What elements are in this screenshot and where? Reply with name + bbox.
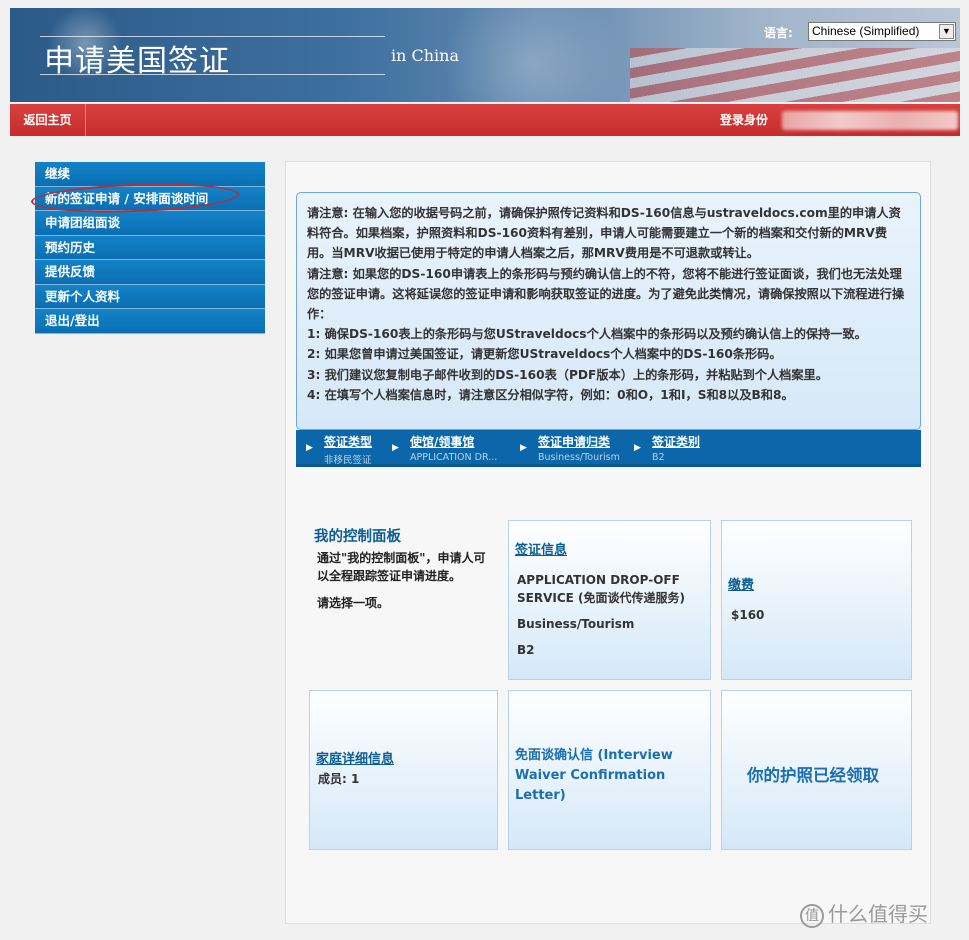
- visa-info-class: B2: [517, 643, 535, 657]
- dashboard-description: 通过"我的控制面板"，申请人可以全程跟踪签证申请进度。: [317, 551, 486, 583]
- chevron-right-icon: ▶: [634, 443, 641, 453]
- breadcrumb-value: B2: [652, 452, 665, 463]
- login-identity-redacted: [782, 111, 958, 130]
- watermark-text: 什么值得买: [828, 902, 928, 926]
- menu-item-update-profile[interactable]: 更新个人资料: [35, 284, 265, 309]
- notice-box: 请注意: 在输入您的收据号码之前，请确保护照传记资料和DS-160信息与ustr…: [296, 192, 921, 430]
- breadcrumb-visa-class[interactable]: ▶ 签证类别 B2: [634, 433, 732, 463]
- visa-info-tile: 签证信息 APPLICATION DROP-OFF SERVICE (免面谈代传…: [508, 520, 711, 680]
- watermark: 值什么值得买: [800, 898, 928, 928]
- language-select-value: Chinese (Simplified): [812, 24, 920, 38]
- chevron-right-icon: ▶: [306, 443, 313, 453]
- menu-item-feedback[interactable]: 提供反馈: [35, 260, 265, 285]
- menu-item-logout[interactable]: 退出/登出: [35, 309, 265, 334]
- notice-line: 3: 我们建议您复制电子邮件收到的DS-160表（PDF版本）上的条形码，并粘贴…: [307, 367, 828, 382]
- passport-status-tile: 你的护照已经领取: [721, 690, 912, 850]
- notice-line: 请注意: 如果您的DS-160申请表上的条形码与预约确认信上的不符，您将不能进行…: [307, 266, 905, 322]
- home-link[interactable]: 返回主页: [10, 104, 86, 136]
- breadcrumb-title: 签证类别: [652, 435, 701, 449]
- visa-info-link[interactable]: 签证信息: [515, 539, 567, 558]
- login-label: 登录身份: [720, 113, 769, 127]
- menu-item-appointment-history[interactable]: 预约历史: [35, 235, 265, 260]
- notice-line: 请注意: 在输入您的收据号码之前，请确保护照传记资料和DS-160信息与ustr…: [307, 206, 901, 261]
- breadcrumb-visa-type[interactable]: ▶ 签证类型 非移民签证: [306, 433, 394, 466]
- breadcrumb-title: 签证申请归类: [538, 435, 611, 449]
- watermark-logo-icon: 值: [800, 903, 824, 928]
- notice-line: 4: 在填写个人档案信息时，请注意区分相似字符，例如：0和O，1和I，S和8以及…: [307, 387, 794, 402]
- visa-info-category: Business/Tourism: [517, 617, 635, 631]
- visa-info-service: APPLICATION DROP-OFF SERVICE (免面谈代传递服务): [517, 573, 685, 605]
- chevron-right-icon: ▶: [520, 443, 527, 453]
- flag-stripes-decoration: [630, 48, 960, 102]
- waiver-letter-tile[interactable]: 免面谈确认信 (Interview Waiver Confirmation Le…: [508, 690, 711, 850]
- breadcrumb-value: 非移民签证: [324, 455, 372, 466]
- breadcrumb-visa-category[interactable]: ▶ 签证申请归类 Business/Tourism: [520, 433, 624, 463]
- family-members: 成员: 1: [318, 772, 360, 786]
- breadcrumb-consulate[interactable]: ▶ 使馆/领事馆 APPLICATION DR...: [392, 433, 502, 463]
- dashboard-title: 我的控制面板: [314, 529, 401, 545]
- payment-amount: $160: [731, 608, 765, 622]
- chevron-right-icon: ▶: [392, 443, 399, 453]
- language-select[interactable]: Chinese (Simplified) ▼: [808, 22, 956, 41]
- breadcrumb-value: Business/Tourism: [538, 452, 620, 463]
- notice-line: 2: 如果您曾申请过美国签证，请更新您UStraveldocs个人档案中的DS-…: [307, 347, 782, 362]
- family-details-link[interactable]: 家庭详细信息: [316, 748, 394, 767]
- dashboard-choose-prompt: 请选择一项。: [317, 596, 390, 610]
- notice-line: 1: 确保DS-160表上的条形码与您UStraveldocs个人档案中的条形码…: [307, 327, 867, 342]
- title-rule-bottom: [40, 74, 385, 75]
- breadcrumb-title: 使馆/领事馆: [410, 435, 475, 449]
- breadcrumb-value: APPLICATION DR...: [410, 452, 498, 463]
- header-banner: 申请美国签证 in China 语言: Chinese (Simplified)…: [10, 8, 960, 102]
- nav-bar: 返回主页 登录身份: [10, 104, 960, 136]
- chevron-down-icon: ▼: [939, 24, 954, 39]
- family-tile: 家庭详细信息 成员: 1: [309, 690, 498, 850]
- passport-status-text: 你的护照已经领取: [747, 766, 879, 785]
- site-subtitle: in China: [391, 46, 460, 65]
- breadcrumb-title: 签证类型: [324, 435, 373, 449]
- payment-tile: 缴费 $160: [721, 520, 912, 680]
- waiver-letter-text: 免面谈确认信 (Interview Waiver Confirmation Le…: [515, 748, 673, 803]
- language-label: 语言:: [764, 26, 793, 40]
- breadcrumb: ▶ 签证类型 非移民签证 ▶ 使馆/领事馆 APPLICATION DR... …: [296, 430, 921, 467]
- payment-link[interactable]: 缴费: [728, 574, 754, 593]
- menu-item-group-interview[interactable]: 申请团组面谈: [35, 211, 265, 236]
